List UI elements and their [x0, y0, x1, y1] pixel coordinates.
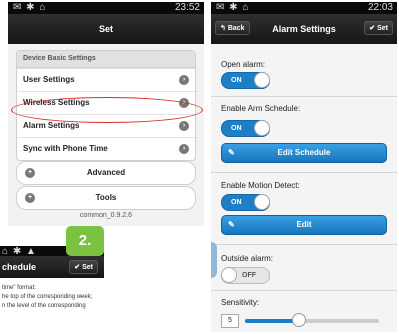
open-alarm-toggle[interactable]: ON [221, 72, 270, 89]
status-bar: ✉ ✱ ⌂ 22:03 [211, 2, 397, 14]
arm-schedule-toggle[interactable]: ON [221, 120, 270, 137]
toggle-knob [254, 72, 270, 88]
status-icons: ✉ ✱ ⌂ [13, 2, 47, 13]
tools-label: Tools [95, 193, 117, 202]
status-time: 22:03 [367, 2, 393, 13]
row-sync-phone-time[interactable]: Sync with Phone Time › [17, 137, 195, 160]
plus-icon: + [25, 168, 35, 178]
sensitivity-slider[interactable] [245, 313, 379, 327]
status-time: 23:52 [174, 2, 200, 13]
set-button[interactable]: ✔ Set [69, 260, 98, 274]
motion-detect-label: Enable Motion Detect: [221, 181, 300, 190]
check-icon: ✔ [74, 264, 81, 271]
step-badge: 2. [66, 226, 104, 256]
right-phone-screen: ✉ ✱ ⌂ 22:03 ↰ Back Alarm Settings ✔ Set … [211, 2, 397, 332]
bottom-phone-screen: ⌂ ✱ ▲ chedule ✔ Set time" format; he top… [0, 246, 104, 334]
motion-detect-toggle[interactable]: ON [221, 194, 270, 211]
outside-alarm-label: Outside alarm: [221, 254, 274, 263]
divider [211, 290, 397, 291]
slider-knob[interactable] [291, 313, 306, 327]
instruction-line: he top of the corresponding week; [2, 294, 93, 300]
arm-schedule-label: Enable Arm Schedule: [221, 104, 301, 113]
settings-content: Device Basic Settings User Settings › Wi… [8, 44, 204, 226]
status-bar: ✉ ✱ ⌂ 23:52 [8, 2, 204, 14]
pencil-icon: ✎ [228, 148, 235, 157]
title-bar: Set [8, 14, 204, 44]
page-edge-handle[interactable] [211, 242, 217, 278]
row-user-settings[interactable]: User Settings › [17, 68, 195, 91]
toggle-state: ON [231, 125, 242, 132]
toggle-knob [254, 194, 270, 210]
chevron-right-icon: › [179, 75, 189, 85]
chevron-right-icon: › [179, 121, 189, 131]
slider-fill [245, 319, 299, 323]
title-bar: chedule ✔ Set [0, 256, 104, 278]
divider [211, 96, 397, 97]
toggle-state: ON [231, 199, 242, 206]
outside-alarm-toggle[interactable]: OFF [221, 267, 270, 284]
set-button[interactable]: ✔ Set [364, 21, 393, 35]
instruction-text: time" format; he top of the correspondin… [2, 284, 92, 311]
row-label: User Settings [23, 75, 75, 84]
edit-schedule-button[interactable]: ✎ Edit Schedule [221, 143, 387, 163]
version-text: common_0.9.2.6 [79, 212, 133, 219]
advanced-label: Advanced [86, 168, 126, 177]
divider [211, 244, 397, 245]
alarm-settings-content: Open alarm: ON Enable Arm Schedule: ON ✎… [211, 44, 397, 332]
pencil-icon: ✎ [228, 220, 235, 229]
page-title-partial: chedule [2, 262, 37, 272]
chevron-right-icon: › [179, 144, 189, 154]
advanced-button[interactable]: + Advanced [16, 161, 196, 185]
toggle-knob [254, 120, 270, 136]
sensitivity-label: Sensitivity: [221, 298, 260, 307]
row-label: Alarm Settings [23, 121, 80, 130]
left-phone-screen: ✉ ✱ ⌂ 23:52 Set Device Basic Settings Us… [8, 2, 204, 226]
toggle-knob [221, 267, 237, 283]
title-bar: ↰ Back Alarm Settings ✔ Set [211, 14, 397, 44]
status-icons: ✉ ✱ ⌂ [216, 2, 250, 13]
instruction-line: time" format; [2, 285, 36, 291]
plus-icon: + [25, 193, 35, 203]
row-label: Sync with Phone Time [23, 144, 108, 153]
edit-motion-button[interactable]: ✎ Edit [221, 215, 387, 235]
open-alarm-label: Open alarm: [221, 60, 266, 69]
instruction-line: n the level of the corresponding [2, 303, 86, 309]
toggle-state: OFF [242, 272, 256, 279]
group-header: Device Basic Settings [17, 51, 195, 68]
check-icon: ✔ [369, 25, 376, 32]
toggle-state: ON [231, 77, 242, 84]
alarm-settings-highlight [11, 97, 203, 123]
sensitivity-value[interactable]: 5 [221, 314, 239, 328]
divider [211, 172, 397, 173]
tools-button[interactable]: + Tools [16, 186, 196, 210]
page-title: Set [98, 24, 113, 34]
